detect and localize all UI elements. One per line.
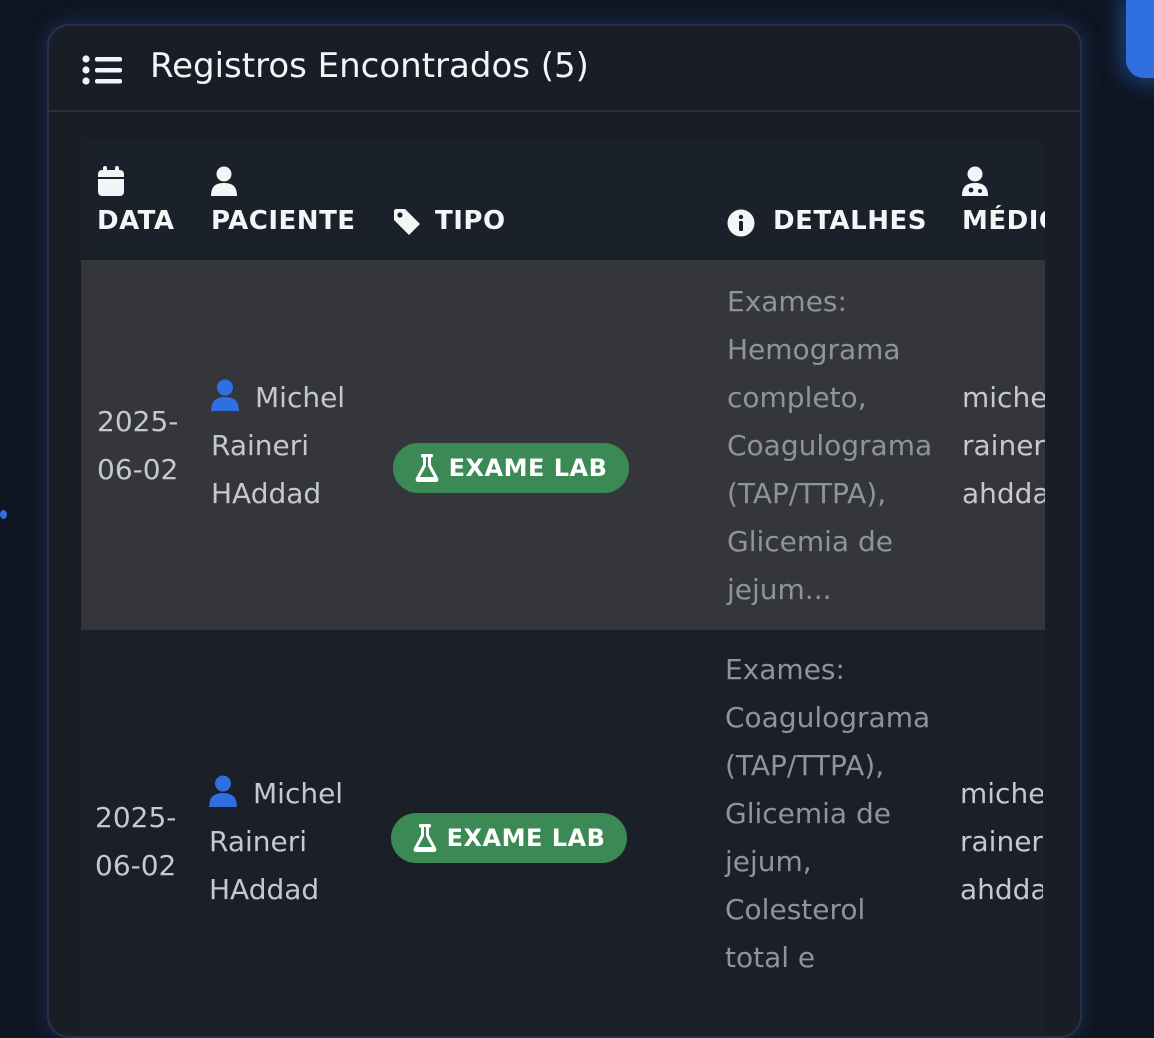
col-header-data[interactable]: DATA [97, 206, 175, 236]
medico-line: rainer [962, 429, 1045, 462]
col-header-paciente-label: PACIENTE [211, 206, 356, 236]
table-header: DATA PACIENTE TIPO DETALHES MÉDI [81, 142, 1045, 258]
details-line: Exames: [727, 285, 847, 318]
medico-line: ahdda [962, 477, 1045, 510]
patient-line: Michel [211, 374, 371, 422]
info-circle-icon [727, 209, 755, 237]
edge-dot [0, 510, 7, 519]
records-card: Registros Encontrados (5) DATA PACIENTE [47, 24, 1082, 1038]
user-icon [211, 166, 237, 196]
type-badge: EXAME LAB [393, 443, 629, 493]
medico-cell: miche rainer ahdda [962, 374, 1045, 518]
user-doctor-icon [962, 166, 988, 196]
details-cell: Exames: Hemograma completo, Coagulograma… [727, 278, 947, 614]
details-line: (TAP/TTPA), [727, 477, 887, 510]
user-icon [211, 379, 239, 411]
type-badge-label: EXAME LAB [448, 454, 608, 482]
col-header-medico-label: MÉDIC [962, 206, 1045, 236]
col-header-paciente[interactable]: PACIENTE [211, 206, 356, 236]
date-cell: 2025- 06-02 [97, 398, 187, 494]
card-header: Registros Encontrados (5) [49, 26, 1080, 112]
calendar-icon [98, 166, 124, 196]
card-title: Registros Encontrados (5) [150, 46, 589, 86]
flask-icon [415, 454, 439, 482]
patient-cell: Michel Raineri HAddad [211, 374, 371, 518]
col-header-detalhes[interactable]: DETALHES [773, 206, 927, 236]
col-header-detalhes-label: DETALHES [773, 206, 927, 236]
table-row-content [81, 630, 1045, 1036]
patient-name-part: Michel [255, 381, 346, 414]
patient-line: HAddad [211, 477, 322, 510]
details-line: jejum... [727, 573, 832, 606]
list-icon [82, 55, 122, 85]
details-line: Glicemia de [727, 525, 893, 558]
records-table: DATA PACIENTE TIPO DETALHES MÉDI 2025- 0… [81, 142, 1045, 1036]
corner-accent-button[interactable] [1126, 0, 1154, 78]
col-header-medico[interactable]: MÉDIC [962, 206, 1045, 236]
patient-line: Raineri [211, 429, 310, 462]
col-header-data-label: DATA [97, 206, 175, 236]
col-header-tipo[interactable]: TIPO [435, 206, 506, 236]
details-line: completo, [727, 381, 867, 414]
details-line: Hemograma [727, 333, 901, 366]
date-line: 06-02 [97, 453, 179, 486]
tag-icon [394, 209, 420, 235]
col-header-tipo-label: TIPO [435, 206, 506, 236]
table-row[interactable]: 2025- 06-02 Michel Raineri HAddad EXAME … [81, 260, 1045, 631]
date-line: 2025- [97, 405, 179, 438]
details-line: Coagulograma [727, 429, 933, 462]
medico-line: miche [962, 381, 1045, 414]
